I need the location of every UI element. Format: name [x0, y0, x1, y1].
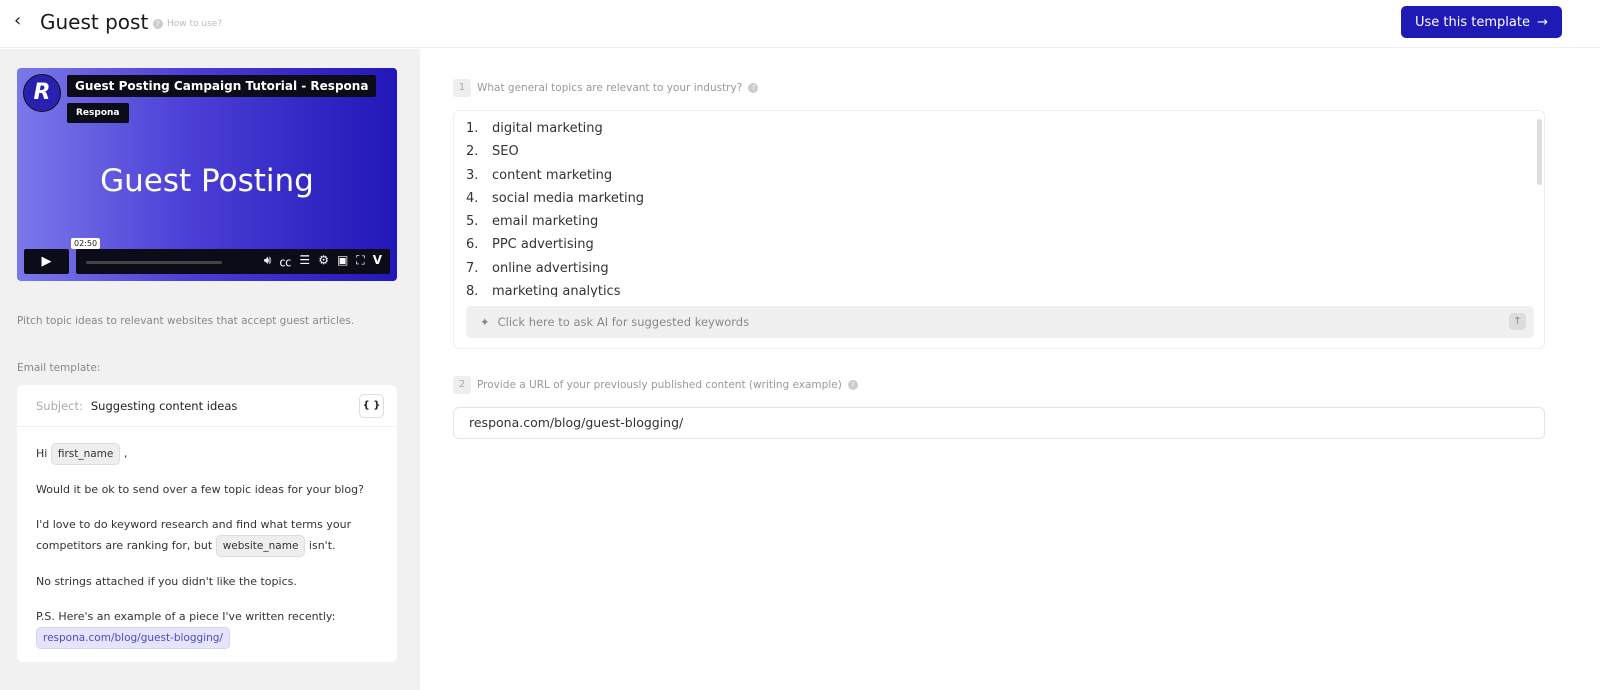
greeting: Hi [36, 447, 48, 460]
subject-label: Subject: [36, 398, 83, 413]
help-icon[interactable]: ? [847, 380, 858, 390]
variable-first-name: first_name [50, 443, 121, 465]
back-chevron-icon[interactable]: ‹ [14, 10, 21, 31]
topic-item: 7. online advertising [466, 257, 644, 280]
url-input[interactable]: respona.com/blog/guest-blogging/ [453, 407, 1545, 439]
question-label: Provide a URL of your previously publish… [477, 379, 842, 391]
ask-ai-label: Click here to ask AI for suggested keywo… [497, 315, 750, 329]
topic-number: 1. [466, 121, 479, 136]
topic-text: email marketing [492, 214, 599, 230]
progress-track[interactable] [86, 261, 222, 264]
variables-button[interactable]: { } [359, 394, 384, 418]
question-2: 2 Provide a URL of your previously publi… [453, 376, 858, 394]
topic-number: 7. [466, 260, 479, 276]
topic-item: 4. social media marketing [466, 187, 644, 210]
how-to-use-label: How to use? [167, 19, 223, 29]
variable-website-name: website_name [215, 535, 306, 557]
example-link[interactable]: respona.com/blog/guest-blogging/ [36, 627, 230, 649]
video-player[interactable]: R Guest Posting Campaign Tutorial - Resp… [17, 68, 397, 281]
help-icon: ? [153, 19, 163, 29]
channel-logo: R [23, 74, 61, 112]
pip-icon[interactable]: ▣ [337, 253, 348, 270]
topic-number: 2. [466, 144, 479, 160]
topic-number: 3. [466, 167, 479, 183]
scrollbar[interactable] [1537, 119, 1542, 185]
page-title: Guest post [40, 10, 149, 34]
topic-number: 6. [466, 237, 479, 253]
topic-item: 8. marketing analytics [466, 280, 644, 297]
topic-text: PPC advertising [492, 237, 594, 253]
email-template-card: Subject: Suggesting content ideas { } Hi… [17, 385, 397, 662]
ask-ai-button[interactable]: ✦ Click here to ask AI for suggested key… [466, 306, 1534, 338]
help-icon[interactable]: ? [748, 83, 759, 93]
use-template-label: Use this template [1415, 14, 1530, 30]
play-button[interactable]: ▶ [24, 249, 69, 274]
video-headline: Guest Posting [100, 163, 314, 199]
topic-item: 2. SEO [466, 140, 644, 163]
header: ‹ Guest post ? How to use? Use this templ… [0, 0, 1600, 48]
topic-text: marketing analytics [492, 284, 621, 297]
vimeo-icon[interactable]: V [373, 253, 382, 270]
play-icon: ▶ [41, 254, 52, 269]
question-number: 1 [453, 79, 471, 97]
video-controls: 🔊︎ ㏄ ☰ ⚙ ▣ ⛶ V [76, 249, 390, 274]
template-description: Pitch topic ideas to relevant websites t… [17, 315, 355, 327]
topics-list: 1. digital marketing 2. SEO 3. content market… [466, 117, 644, 297]
topic-number: 4. [466, 190, 479, 206]
email-template-label: Email template: [17, 362, 101, 374]
email-paragraph-end: isn't. [308, 539, 336, 552]
topic-number: 5. [466, 214, 479, 230]
subject-row: Subject: Suggesting content ideas { } [17, 385, 397, 427]
use-template-button[interactable]: Use this template → [1401, 6, 1562, 38]
email-paragraph: No strings attached if you didn't like t… [36, 575, 297, 588]
sparkle-icon: ✦ [480, 315, 490, 329]
email-paragraph: Would it be ok to send over a few topic … [36, 483, 364, 496]
left-panel: R Guest Posting Campaign Tutorial - Resp… [0, 49, 420, 690]
question-label: What general topics are relevant to your… [477, 82, 743, 94]
topics-textarea[interactable]: 1. digital marketing 2. SEO 3. content market… [453, 110, 1545, 349]
video-time: 02:50 [71, 238, 101, 249]
subject-value: Suggesting content ideas [90, 398, 238, 413]
question-number: 2 [453, 376, 471, 394]
captions-icon[interactable]: ㏄ [279, 253, 291, 270]
topic-text: SEO [492, 144, 519, 160]
volume-icon[interactable]: 🔊︎ [264, 253, 272, 270]
topic-item: 6. PPC advertising [466, 233, 644, 256]
topic-item: 1. digital marketing [466, 117, 644, 140]
question-1: 1 What general topics are relevant to yo… [453, 79, 759, 97]
video-channel[interactable]: Respona [67, 103, 129, 123]
fullscreen-icon[interactable]: ⛶ [356, 253, 364, 270]
comma: , [123, 447, 128, 460]
video-title[interactable]: Guest Posting Campaign Tutorial - Respon… [67, 75, 377, 97]
topic-text: content marketing [492, 167, 613, 183]
topic-text: social media marketing [492, 190, 645, 206]
topic-item: 3. content marketing [466, 164, 644, 187]
arrow-right-icon: → [1537, 14, 1548, 30]
topic-number: 8. [466, 284, 479, 297]
arrow-up-icon[interactable]: ↑ [1509, 313, 1526, 330]
email-paragraph: P.S. Here's an example of a piece I've w… [36, 610, 336, 623]
topic-item: 5. email marketing [466, 210, 644, 233]
transcript-icon[interactable]: ☰ [299, 253, 310, 270]
settings-icon[interactable]: ⚙ [318, 253, 329, 270]
topic-text: digital marketing [492, 121, 603, 136]
topic-text: online advertising [492, 260, 609, 276]
email-body: Hi first_name , Would it be ok to send o… [17, 427, 397, 665]
how-to-use-link[interactable]: ? How to use? [153, 19, 222, 29]
